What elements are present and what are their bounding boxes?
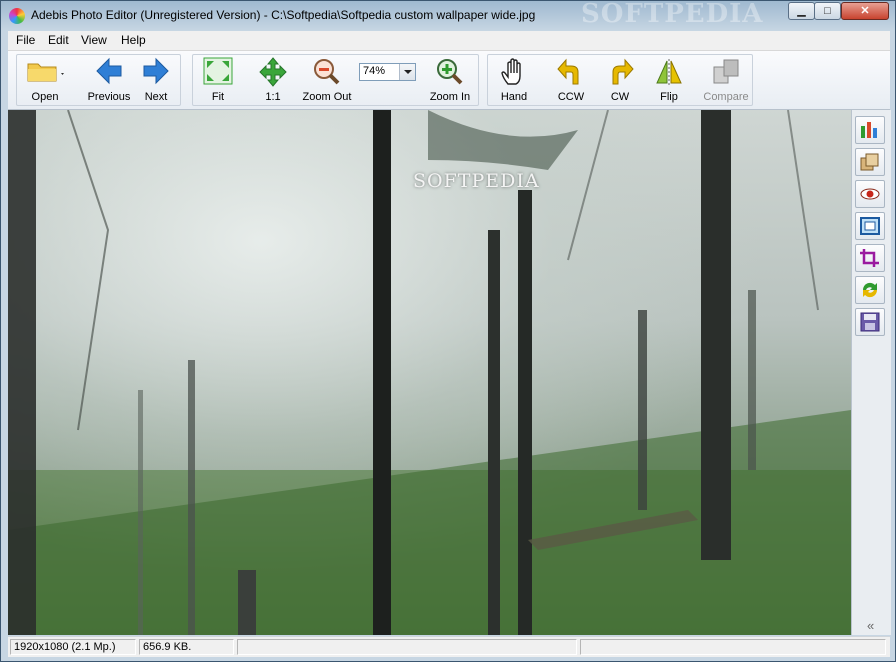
arrow-left-icon [96, 57, 122, 85]
app-logo-icon [9, 8, 25, 24]
histogram-icon [861, 122, 877, 138]
compare-label: Compare [703, 91, 749, 103]
fit-button[interactable]: Fit [200, 53, 236, 103]
flip-label: Flip [660, 91, 678, 103]
save-button[interactable] [855, 308, 885, 336]
crop-icon [860, 249, 879, 267]
zoom-level-select[interactable]: 74% [359, 63, 416, 81]
zoom-out-label: Zoom Out [302, 91, 352, 103]
hand-button[interactable]: Hand [495, 53, 533, 103]
refresh-button[interactable] [855, 276, 885, 304]
status-bar: 1920x1080 (2.1 Mp.) 656.9 KB. [8, 636, 890, 657]
status-empty-1 [237, 639, 577, 655]
zoom-out-icon [314, 59, 340, 85]
forest-photo: SOFTPEDIA [8, 110, 851, 635]
flip-button[interactable]: Flip [651, 53, 687, 103]
hand-icon [501, 58, 521, 85]
menu-edit[interactable]: Edit [48, 33, 69, 47]
rotate-cw-icon [612, 58, 634, 85]
one-to-one-label: 1:1 [265, 91, 281, 103]
folder-icon [27, 63, 64, 82]
save-icon [860, 312, 880, 332]
open-button[interactable]: Open [20, 53, 70, 103]
rotate-ccw-button[interactable]: CCW [553, 53, 589, 103]
fit-icon [203, 57, 233, 85]
toolbar: Open Previous Next Fit 1:1 Zoom Out 74% [8, 51, 890, 110]
hand-label: Hand [500, 91, 528, 103]
collapse-panel-icon[interactable]: « [867, 618, 874, 633]
cw-label: CW [610, 91, 630, 103]
arrow-right-icon [143, 57, 169, 85]
side-tool-panel: « [851, 110, 891, 635]
zoom-in-icon [437, 59, 463, 85]
previous-label: Previous [87, 91, 131, 103]
zoom-in-label: Zoom In [429, 91, 471, 103]
compare-icon [713, 59, 739, 84]
menu-view[interactable]: View [81, 33, 107, 47]
status-empty-2 [580, 639, 886, 655]
compare-button[interactable]: Compare [702, 53, 750, 103]
zoom-in-button[interactable]: Zoom In [426, 53, 474, 103]
refresh-icon [862, 282, 878, 298]
red-eye-button[interactable] [855, 180, 885, 208]
frame-icon [860, 217, 880, 235]
zoom-out-button[interactable]: Zoom Out [300, 53, 354, 103]
maximize-button[interactable]: □ [814, 2, 841, 20]
window-title: Adebis Photo Editor (Unregistered Versio… [31, 8, 536, 22]
status-file-size: 656.9 KB. [139, 639, 234, 655]
next-button[interactable]: Next [138, 53, 174, 103]
crop-button[interactable] [855, 244, 885, 272]
title-watermark: SOFTPEDIA [581, 0, 764, 29]
actual-size-button[interactable]: 1:1 [255, 53, 291, 103]
minimize-button[interactable]: ▁ [788, 2, 815, 20]
open-label: Open [31, 91, 59, 103]
layers-button[interactable] [855, 148, 885, 176]
next-label: Next [144, 91, 168, 103]
flip-icon [656, 59, 682, 85]
red-eye-icon [860, 188, 880, 200]
histogram-button[interactable] [855, 116, 885, 144]
menu-bar: File Edit View Help [8, 31, 890, 51]
rotate-ccw-icon [557, 58, 579, 85]
close-button[interactable]: ✕ [841, 2, 889, 20]
zoom-level-value: 74% [363, 65, 386, 77]
image-canvas[interactable]: SOFTPEDIA [8, 110, 851, 635]
title-bar[interactable]: Adebis Photo Editor (Unregistered Versio… [1, 0, 895, 31]
layers-icon [860, 153, 879, 171]
chevron-down-icon[interactable] [399, 64, 415, 80]
app-window: Adebis Photo Editor (Unregistered Versio… [0, 0, 896, 662]
menu-file[interactable]: File [16, 33, 35, 47]
frame-button[interactable] [855, 212, 885, 240]
rotate-cw-button[interactable]: CW [602, 53, 638, 103]
previous-button[interactable]: Previous [84, 53, 134, 103]
image-watermark: SOFTPEDIA [413, 170, 540, 192]
actual-size-icon [259, 57, 287, 87]
fit-label: Fit [211, 91, 225, 103]
menu-help[interactable]: Help [121, 33, 146, 47]
ccw-label: CCW [557, 91, 585, 103]
status-dimensions: 1920x1080 (2.1 Mp.) [10, 639, 136, 655]
